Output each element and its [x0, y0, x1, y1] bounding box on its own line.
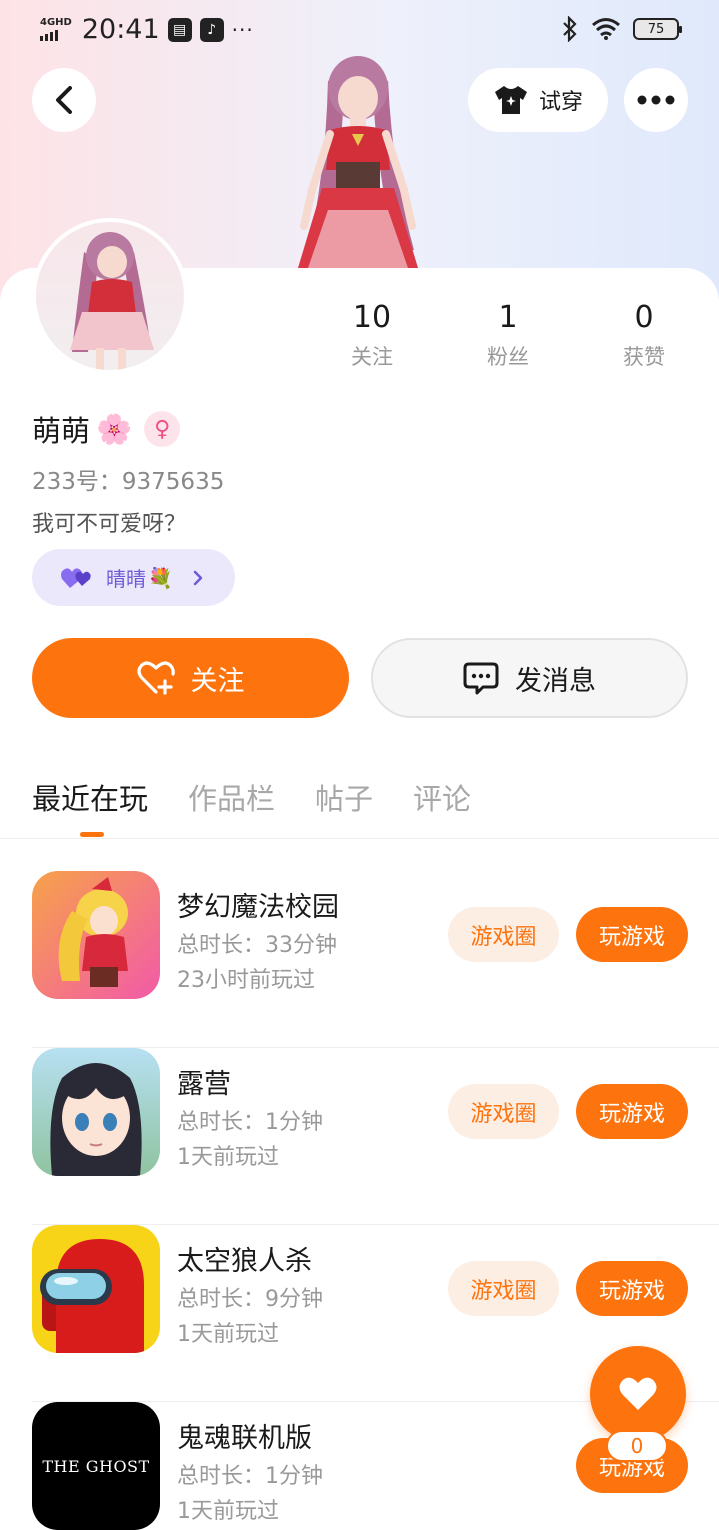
- double-heart-icon: [61, 567, 91, 588]
- music-app-icon: ♪: [199, 17, 224, 42]
- game-icon-magic-school[interactable]: [32, 871, 160, 999]
- game-last-played: 1天前玩过: [177, 1499, 279, 1524]
- followers-label: 粉丝: [487, 345, 529, 369]
- game-title: 鬼魂联机版: [177, 1423, 312, 1454]
- heart-plus-icon: [136, 661, 175, 695]
- game-duration: 总时长：33分钟: [177, 933, 337, 958]
- stat-followers[interactable]: 1 粉丝: [448, 300, 568, 371]
- game-circle-button[interactable]: 游戏圈: [448, 1084, 559, 1139]
- notification-card-icon: ▤: [167, 17, 192, 42]
- tab-comments[interactable]: 评论: [413, 776, 471, 818]
- nickname: 萌萌: [32, 414, 91, 448]
- avatar-character-image: [70, 232, 154, 370]
- user-bio: 我可不可爱呀？: [32, 512, 187, 537]
- game-duration: 总时长：1分钟: [177, 1464, 323, 1489]
- ghost-logo-text: THE GHOST: [42, 1456, 150, 1476]
- profile-tabs: 最近在玩 作品栏 帖子 评论: [32, 776, 471, 818]
- game-icon-ghost[interactable]: THE GHOST: [32, 1402, 160, 1530]
- game-title: 梦幻魔法校园: [177, 892, 339, 923]
- avatar-character-figure[interactable]: [268, 50, 448, 268]
- back-button[interactable]: [32, 68, 96, 132]
- game-last-played: 1天前玩过: [177, 1145, 279, 1170]
- followers-count: 1: [498, 300, 518, 335]
- female-icon: ♀: [144, 411, 181, 447]
- game-circle-button[interactable]: 游戏圈: [448, 1261, 559, 1316]
- likes-label: 获赞: [623, 345, 665, 369]
- follow-label: 关注: [190, 665, 245, 697]
- heart-icon: [619, 1377, 657, 1410]
- chevron-left-icon: [56, 86, 72, 114]
- tab-recently-played[interactable]: 最近在玩: [32, 776, 148, 818]
- nickname-row: 萌萌 🌸 ♀: [32, 408, 181, 450]
- message-label: 发消息: [515, 665, 596, 697]
- game-last-played: 23小时前玩过: [177, 968, 315, 993]
- tab-works[interactable]: 作品栏: [188, 776, 275, 818]
- game-art-image: [40, 1239, 144, 1353]
- status-bar: 4GHD 20:41 ▤ ♪ ··· 75: [0, 0, 719, 56]
- like-floating-button[interactable]: [590, 1346, 686, 1442]
- game-icon-camping[interactable]: [32, 1048, 160, 1176]
- network-type: 4GHD: [40, 17, 72, 28]
- game-title: 露营: [177, 1069, 231, 1100]
- play-game-button[interactable]: 玩游戏: [576, 907, 688, 962]
- game-art-image: [50, 1063, 142, 1176]
- send-message-button[interactable]: 发消息: [371, 638, 688, 718]
- cp-relationship-pill[interactable]: 晴晴 💐: [32, 549, 235, 606]
- bluetooth-icon: [563, 16, 577, 42]
- play-game-button[interactable]: 玩游戏: [576, 1084, 688, 1139]
- tab-posts[interactable]: 帖子: [315, 776, 373, 818]
- signal-bars-icon: [40, 29, 58, 41]
- cherry-blossom-icon: 🌸: [96, 411, 133, 446]
- following-label: 关注: [351, 345, 393, 369]
- signal-indicator: 4GHD: [40, 18, 72, 41]
- user-avatar[interactable]: [32, 218, 188, 374]
- game-list-item[interactable]: 梦幻魔法校园 总时长：33分钟 23小时前玩过 游戏圈 玩游戏: [32, 871, 719, 1048]
- game-title: 太空狼人杀: [177, 1246, 312, 1277]
- stat-following[interactable]: 10 关注: [312, 300, 432, 371]
- game-list-item[interactable]: 露营 总时长：1分钟 1天前玩过 游戏圈 玩游戏: [32, 1048, 719, 1225]
- stat-likes[interactable]: 0 获赞: [584, 300, 704, 371]
- follow-button[interactable]: 关注: [32, 638, 349, 718]
- account-id: 233号：9375635: [32, 469, 225, 495]
- cp-name: 晴晴: [106, 567, 146, 591]
- more-dots-icon: [637, 95, 675, 105]
- active-tab-indicator: [80, 832, 104, 837]
- following-count: 10: [352, 300, 392, 335]
- tshirt-icon: [494, 86, 527, 114]
- battery-indicator: 75: [633, 18, 682, 40]
- wifi-icon: [592, 18, 620, 40]
- bouquet-icon: 💐: [148, 565, 173, 590]
- try-on-button[interactable]: 试穿: [468, 68, 608, 132]
- status-time: 20:41: [81, 14, 160, 45]
- game-duration: 总时长：1分钟: [177, 1110, 323, 1135]
- game-art-image: [58, 877, 128, 987]
- game-icon-space-werewolf[interactable]: [32, 1225, 160, 1353]
- like-count-badge: 0: [606, 1430, 668, 1462]
- more-notifications: ···: [231, 17, 254, 42]
- game-last-played: 1天前玩过: [177, 1322, 279, 1347]
- chevron-right-icon: [193, 570, 203, 585]
- tabs-divider: [0, 838, 719, 839]
- try-on-label: 试穿: [538, 90, 583, 115]
- game-duration: 总时长：9分钟: [177, 1287, 323, 1312]
- play-game-button[interactable]: 玩游戏: [576, 1261, 688, 1316]
- game-circle-button[interactable]: 游戏圈: [448, 907, 559, 962]
- likes-count: 0: [634, 300, 654, 335]
- chat-bubble-icon: [463, 662, 499, 695]
- more-options-button[interactable]: [624, 68, 688, 132]
